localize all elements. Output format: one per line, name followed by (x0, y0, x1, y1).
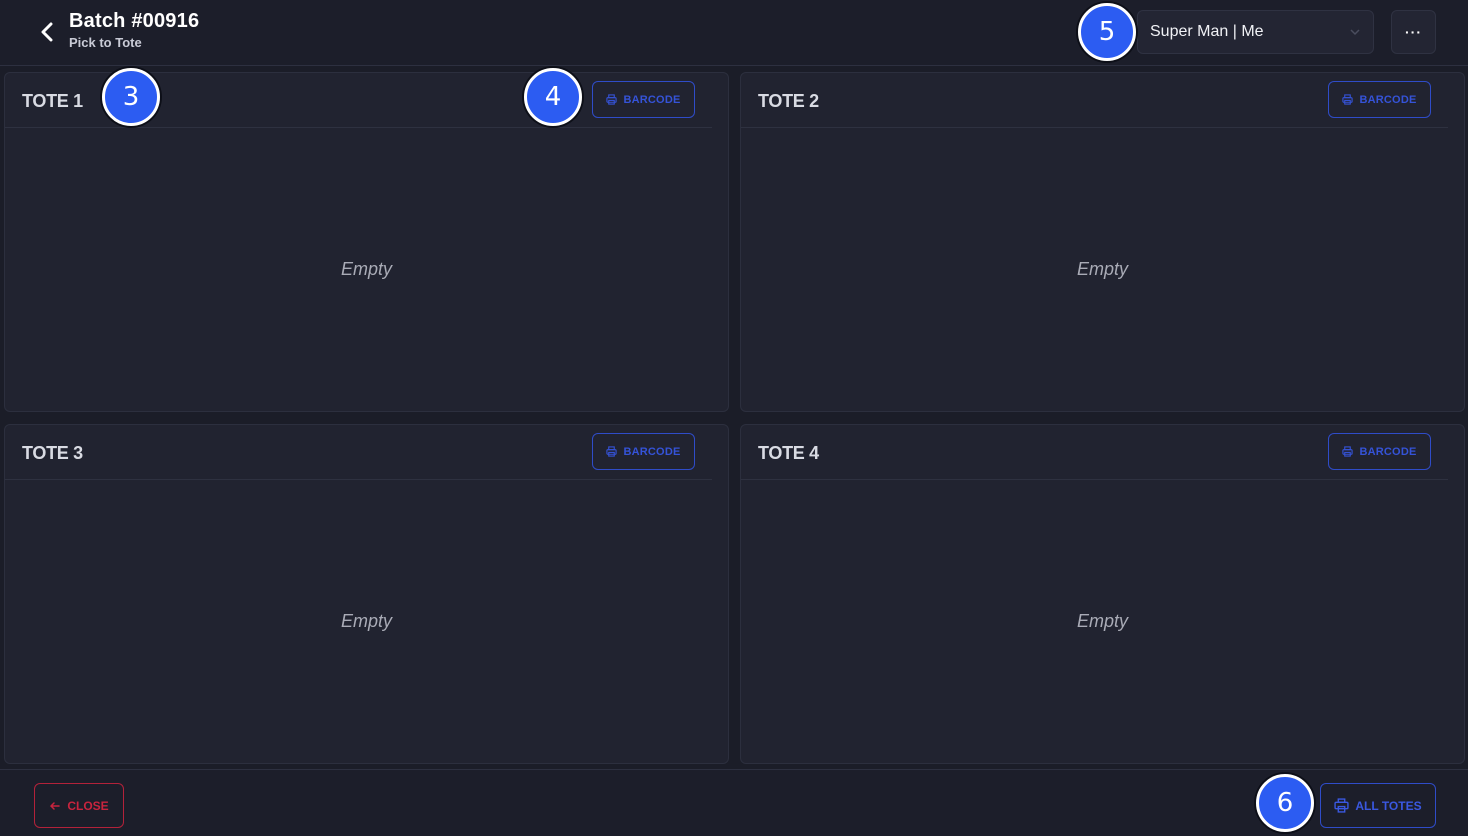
chevron-down-icon (1350, 29, 1360, 36)
close-button[interactable]: CLOSE (34, 783, 124, 828)
tote-panel-2: TOTE 2 BARCODE Empty (740, 72, 1465, 412)
barcode-button[interactable]: BARCODE (592, 81, 695, 118)
tote-panel-3: TOTE 3 BARCODE Empty (4, 424, 729, 764)
barcode-button[interactable]: BARCODE (592, 433, 695, 470)
empty-state-text: Empty (340, 611, 392, 631)
chevron-left-icon (41, 22, 53, 42)
ellipsis-icon: ··· (1405, 24, 1422, 40)
user-select-value: Super Man | Me (1150, 23, 1264, 40)
user-select[interactable]: Super Man | Me (1137, 10, 1374, 54)
page-title: Batch #00916 (69, 10, 200, 32)
step-marker-4: 4 (524, 68, 582, 126)
all-totes-button-label: ALL TOTES (1355, 798, 1422, 813)
tote-title: TOTE 1 (22, 91, 83, 111)
bottom-bar: CLOSE ALL TOTES (0, 769, 1468, 836)
step-marker-3: 3 (102, 68, 160, 126)
barcode-button[interactable]: BARCODE (1328, 81, 1431, 118)
tote-title: TOTE 3 (22, 443, 83, 463)
empty-state-text: Empty (1076, 259, 1128, 279)
arrow-left-icon (50, 801, 61, 810)
tote-panel-header: TOTE 4 BARCODE (741, 425, 1448, 480)
tote-panel-4: TOTE 4 BARCODE Empty (740, 424, 1465, 764)
page-subtitle: Pick to Tote (69, 35, 142, 50)
tote-title: TOTE 4 (758, 443, 819, 463)
tote-panel-header: TOTE 2 BARCODE (741, 73, 1448, 128)
empty-state-text: Empty (1076, 611, 1128, 631)
more-options-button[interactable]: ··· (1391, 10, 1436, 54)
print-icon (1342, 446, 1354, 457)
barcode-button-label: BARCODE (1359, 93, 1417, 106)
title-block: Batch #00916 Pick to Tote (69, 10, 199, 50)
empty-state-text: Empty (340, 259, 392, 279)
back-button[interactable] (34, 18, 60, 46)
all-totes-button[interactable]: ALL TOTES (1320, 783, 1436, 828)
barcode-button-label: BARCODE (623, 93, 681, 106)
print-icon (1342, 94, 1354, 105)
tote-panel-1: TOTE 1 BARCODE Empty (4, 72, 729, 412)
print-icon (606, 446, 618, 457)
tote-title: TOTE 2 (758, 91, 819, 111)
barcode-button[interactable]: BARCODE (1328, 433, 1431, 470)
print-icon (606, 94, 618, 105)
barcode-button-label: BARCODE (623, 445, 681, 458)
step-marker-6: 6 (1256, 774, 1314, 832)
printer-icon (1334, 798, 1349, 813)
tote-panel-header: TOTE 3 BARCODE (5, 425, 712, 480)
barcode-button-label: BARCODE (1359, 445, 1417, 458)
top-bar: Batch #00916 Pick to Tote Super Man | Me… (0, 0, 1468, 66)
close-button-label: CLOSE (67, 798, 109, 813)
step-marker-5: 5 (1078, 3, 1136, 61)
